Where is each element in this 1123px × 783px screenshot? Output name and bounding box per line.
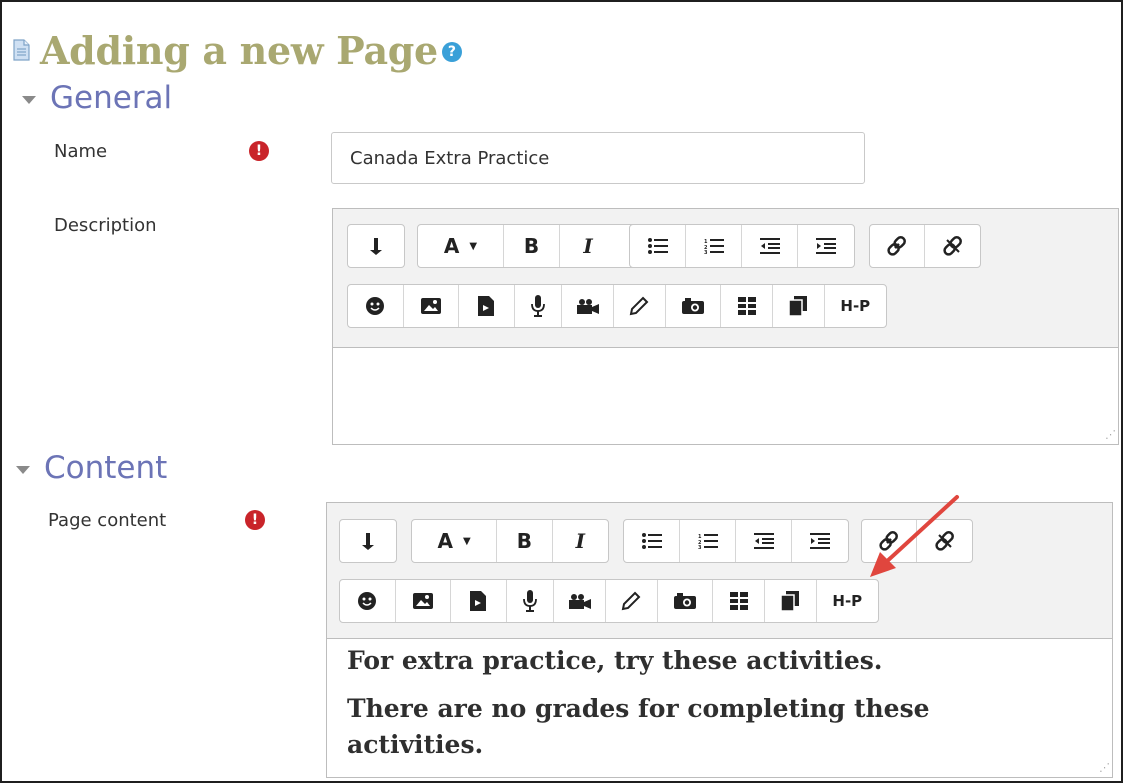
resize-handle-icon[interactable]: ⋰: [1099, 761, 1110, 774]
media-icon[interactable]: [459, 285, 515, 327]
content-paragraph: activities.: [347, 730, 484, 759]
section-content-label: Content: [44, 450, 168, 486]
record-video-icon[interactable]: [554, 580, 607, 622]
toolbar-group-style: A ▼ B I: [417, 224, 655, 268]
description-textarea[interactable]: ⋰: [333, 347, 1118, 444]
copy-icon[interactable]: [773, 285, 825, 327]
unlink-icon[interactable]: [925, 225, 980, 267]
table-icon[interactable]: [721, 285, 773, 327]
name-input[interactable]: Canada Extra Practice: [331, 132, 865, 184]
record-audio-icon[interactable]: [507, 580, 555, 622]
question-circle-icon[interactable]: ?: [441, 42, 462, 62]
outdent-icon[interactable]: [742, 225, 798, 267]
exclamation-circle-icon: !: [249, 141, 269, 161]
description-label: Description: [54, 215, 157, 236]
font-size-icon[interactable]: A ▼: [418, 225, 504, 267]
toolbar-group-insert: H-P: [339, 579, 879, 623]
page-content-editor: A ▼ B I 123 H-P For extra practice, try …: [326, 502, 1113, 778]
page-header: Adding a new Page ?: [12, 20, 462, 80]
page-icon: [12, 39, 30, 61]
italic-label: I: [583, 234, 593, 258]
section-content[interactable]: Content: [16, 450, 167, 486]
h5p-icon[interactable]: H-P: [825, 285, 886, 327]
unordered-list-icon[interactable]: [630, 225, 686, 267]
emoji-icon[interactable]: [340, 580, 396, 622]
image-icon[interactable]: [404, 285, 460, 327]
indent-icon[interactable]: [798, 225, 854, 267]
name-label: Name: [54, 141, 108, 162]
camera-icon[interactable]: [666, 285, 722, 327]
name-input-value: Canada Extra Practice: [350, 147, 550, 169]
annotation-arrow-icon: [870, 495, 959, 577]
toolbar-group-insert: H-P: [347, 284, 887, 328]
unordered-list-icon[interactable]: [624, 520, 680, 562]
bold-icon[interactable]: B: [504, 225, 560, 267]
ordered-list-icon[interactable]: 123: [680, 520, 736, 562]
content-paragraph: For extra practice, try these activities…: [347, 646, 883, 675]
toolbar-group-style: A ▼ B I: [411, 519, 609, 563]
page-content-textarea[interactable]: For extra practice, try these activities…: [327, 638, 1112, 777]
image-icon[interactable]: [396, 580, 452, 622]
h5p-label: H-P: [832, 592, 863, 610]
collapse-caret-icon: [22, 96, 36, 104]
toolbar-group-links: [869, 224, 981, 268]
bold-label: B: [516, 529, 532, 553]
record-audio-icon[interactable]: [515, 285, 563, 327]
resize-handle-icon[interactable]: ⋰: [1105, 428, 1116, 441]
copy-icon[interactable]: [765, 580, 817, 622]
description-editor: A ▼ B I 123 H-P ⋰: [332, 208, 1119, 445]
bold-label: B: [523, 234, 540, 258]
camera-icon[interactable]: [658, 580, 714, 622]
page-title: Adding a new Page: [40, 27, 438, 73]
show-more-icon[interactable]: [348, 225, 404, 267]
svg-text:3: 3: [698, 545, 702, 549]
table-icon[interactable]: [713, 580, 765, 622]
collapse-caret-icon: [16, 466, 30, 474]
ordered-list-icon[interactable]: 123: [686, 225, 742, 267]
media-icon[interactable]: [451, 580, 507, 622]
draw-icon[interactable]: [614, 285, 666, 327]
toolbar-group-lists: 123: [623, 519, 849, 563]
record-video-icon[interactable]: [562, 285, 615, 327]
toolbar-group-lists: 123: [629, 224, 855, 268]
h5p-label: H-P: [840, 297, 871, 315]
font-size-icon[interactable]: A ▼: [412, 520, 498, 562]
exclamation-circle-icon: !: [245, 510, 265, 530]
svg-text:3: 3: [704, 250, 708, 254]
font-size-label: A: [443, 234, 460, 258]
show-more-icon[interactable]: [340, 520, 396, 562]
page-content-label: Page content: [48, 510, 167, 531]
italic-icon[interactable]: I: [560, 225, 616, 267]
link-icon[interactable]: [870, 225, 926, 267]
content-paragraph: There are no grades for completing these: [347, 694, 930, 723]
italic-label: I: [575, 529, 585, 553]
font-size-label: A: [437, 529, 453, 553]
bold-icon[interactable]: B: [497, 520, 553, 562]
outdent-icon[interactable]: [736, 520, 792, 562]
page-frame: Adding a new Page ? General Name ! Canad…: [0, 0, 1123, 783]
emoji-icon[interactable]: [348, 285, 404, 327]
draw-icon[interactable]: [606, 580, 658, 622]
section-general[interactable]: General: [22, 80, 172, 116]
toolbar-group-more: [339, 519, 397, 563]
section-general-label: General: [50, 80, 173, 116]
indent-icon[interactable]: [792, 520, 848, 562]
toolbar-group-more: [347, 224, 405, 268]
italic-icon[interactable]: I: [553, 520, 608, 562]
